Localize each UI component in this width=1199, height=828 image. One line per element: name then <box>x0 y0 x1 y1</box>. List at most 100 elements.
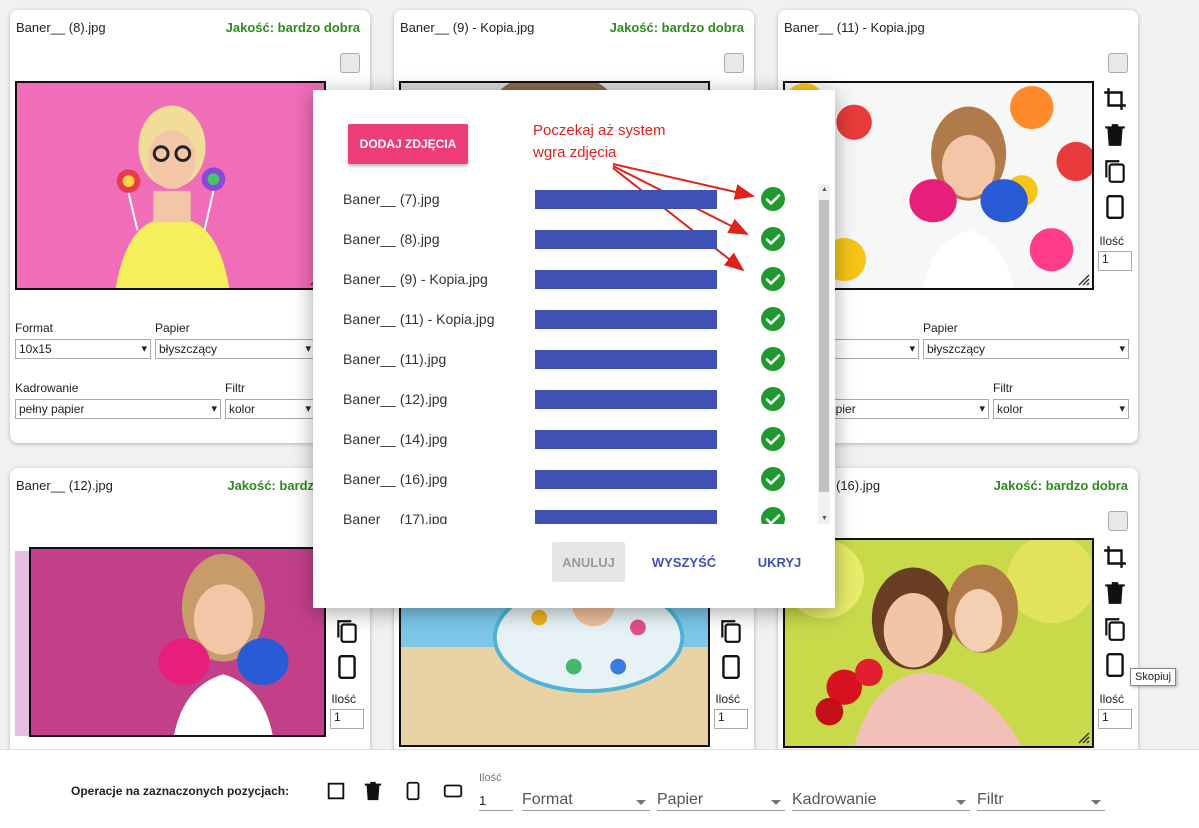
card-photo[interactable] <box>29 547 326 737</box>
copy-tooltip: Skopiuj <box>1130 668 1177 686</box>
upload-complete-check-icon <box>761 467 785 491</box>
bulk-operations-label: Operacje na zaznaczonych pozycjach: <box>71 784 290 798</box>
scroll-down-icon[interactable]: ▼ <box>821 515 828 522</box>
upload-progress-bar <box>535 510 717 524</box>
quantity-input[interactable]: 1 <box>330 709 364 729</box>
bulk-paper-select[interactable]: Papier <box>657 791 785 811</box>
upload-complete-check-icon <box>761 267 785 291</box>
bulk-filter-select[interactable]: Filtr <box>977 791 1105 811</box>
upload-filename: Baner__ (12).jpg <box>343 391 448 407</box>
photo-woman-lollipops <box>17 83 324 288</box>
quantity-label: Ilość <box>1099 234 1124 248</box>
format-select[interactable]: 10x15 <box>15 339 151 359</box>
card-filename: Baner__ (12).jpg <box>16 478 113 493</box>
filter-select[interactable]: kolor <box>225 399 315 419</box>
card-checkbox[interactable] <box>1108 511 1128 531</box>
upload-row: Baner__ (16).jpg <box>313 464 818 504</box>
photo-girl-painted-hands <box>31 549 324 735</box>
paper-label: Papier <box>923 321 958 335</box>
card-filename: Baner__ (11) - Kopia.jpg <box>784 20 925 35</box>
portrait-orientation-icon[interactable] <box>1102 652 1128 678</box>
portrait-orientation-icon[interactable] <box>334 654 360 680</box>
card-checkbox[interactable] <box>1108 53 1128 73</box>
crop-select[interactable]: pełny papier <box>15 399 221 419</box>
upload-row: Baner__ (17).jpg <box>313 504 818 524</box>
trash-icon[interactable] <box>1102 122 1128 148</box>
scrollbar-thumb[interactable] <box>819 200 829 492</box>
bulk-format-select[interactable]: Format <box>522 791 650 811</box>
paper-select[interactable]: błyszczący <box>155 339 315 359</box>
bulk-quantity-label: Ilość <box>479 772 502 784</box>
trash-icon[interactable] <box>1102 580 1128 606</box>
quantity-label: Ilość <box>1099 692 1124 706</box>
cancel-button[interactable]: ANULUJ <box>552 542 625 582</box>
upload-complete-check-icon <box>761 347 785 371</box>
card-checkbox[interactable] <box>340 53 360 73</box>
upload-progress-bar <box>535 270 717 289</box>
upload-progress-bar <box>535 350 717 369</box>
upload-progress-bar <box>535 470 717 489</box>
upload-filename: Baner__ (8).jpg <box>343 231 440 247</box>
filter-select[interactable]: kolor <box>993 399 1129 419</box>
copy-icon[interactable] <box>718 618 744 644</box>
crop-icon[interactable] <box>1102 86 1128 112</box>
portrait-orientation-icon[interactable] <box>718 654 744 680</box>
quantity-label: Ilość <box>331 692 356 706</box>
upload-filename: Baner__ (14).jpg <box>343 431 448 447</box>
bulk-quantity-input[interactable]: 1 <box>479 793 513 811</box>
paper-select[interactable]: błyszczący <box>923 339 1129 359</box>
hide-button[interactable]: UKRYJ <box>747 542 812 582</box>
upload-filename: Baner__ (11) - Kopia.jpg <box>343 311 495 327</box>
filter-label: Filtr <box>993 381 1013 395</box>
format-label: Format <box>15 321 54 335</box>
copy-icon[interactable] <box>1102 616 1128 642</box>
upload-complete-check-icon <box>761 187 785 211</box>
portrait-orientation-icon[interactable] <box>402 780 424 802</box>
card-quality: Jakość: bardzo dobra <box>609 20 744 35</box>
quantity-input[interactable]: 1 <box>1098 251 1132 271</box>
upload-list-scrollbar[interactable]: ▲ ▼ <box>818 184 830 524</box>
card-checkbox[interactable] <box>724 53 744 73</box>
card-photo[interactable] <box>15 81 326 290</box>
copy-icon[interactable] <box>334 618 360 644</box>
quantity-input[interactable]: 1 <box>714 709 748 729</box>
resize-corner-icon <box>1078 274 1090 286</box>
upload-progress-bar <box>535 190 717 209</box>
upload-row: Baner__ (8).jpg <box>313 224 818 264</box>
upload-row: Baner__ (11).jpg <box>313 344 818 384</box>
quantity-input[interactable]: 1 <box>1098 709 1132 729</box>
add-photos-button[interactable]: DODAJ ZDJĘCIA <box>348 124 468 164</box>
upload-list: Baner__ (7).jpg Baner__ (8).jpg Baner__ (9… <box>313 184 818 524</box>
upload-complete-check-icon <box>761 307 785 331</box>
upload-row: Baner__ (11) - Kopia.jpg <box>313 304 818 344</box>
upload-filename: Baner__ (16).jpg <box>343 471 448 487</box>
clear-button[interactable]: WYSZYŚĆ <box>646 542 722 582</box>
copy-icon[interactable] <box>1102 158 1128 184</box>
quantity-label: Ilość <box>715 692 740 706</box>
bulk-crop-select[interactable]: Kadrowanie <box>792 791 970 811</box>
upload-row: Baner__ (7).jpg <box>313 184 818 224</box>
upload-row: Baner__ (12).jpg <box>313 384 818 424</box>
crop-label: Kadrowanie <box>15 381 79 395</box>
card-filename: (16).jpg <box>836 478 881 493</box>
filter-label: Filtr <box>225 381 245 395</box>
trash-icon[interactable] <box>362 780 384 802</box>
upload-progress-bar <box>535 430 717 449</box>
portrait-orientation-icon[interactable] <box>1102 194 1128 220</box>
upload-complete-check-icon <box>761 387 785 411</box>
scroll-up-icon[interactable]: ▲ <box>821 186 828 193</box>
card-tools <box>1100 86 1130 220</box>
resize-corner-icon <box>1078 732 1090 744</box>
paper-label: Papier <box>155 321 190 335</box>
bulk-operations-bar: Operacje na zaznaczonych pozycjach: Iloś… <box>0 749 1199 828</box>
upload-complete-check-icon <box>761 507 785 524</box>
landscape-orientation-icon[interactable] <box>442 780 464 802</box>
upload-filename: Baner__ (9) - Kopia.jpg <box>343 271 488 287</box>
card-tools <box>716 618 746 680</box>
upload-progress-bar <box>535 230 717 249</box>
select-all-checkbox-icon[interactable] <box>325 780 347 802</box>
upload-filename: Baner__ (7).jpg <box>343 191 440 207</box>
upload-filename: Baner__ (11).jpg <box>343 351 447 367</box>
crop-icon[interactable] <box>1102 544 1128 570</box>
card-tools <box>332 618 362 680</box>
